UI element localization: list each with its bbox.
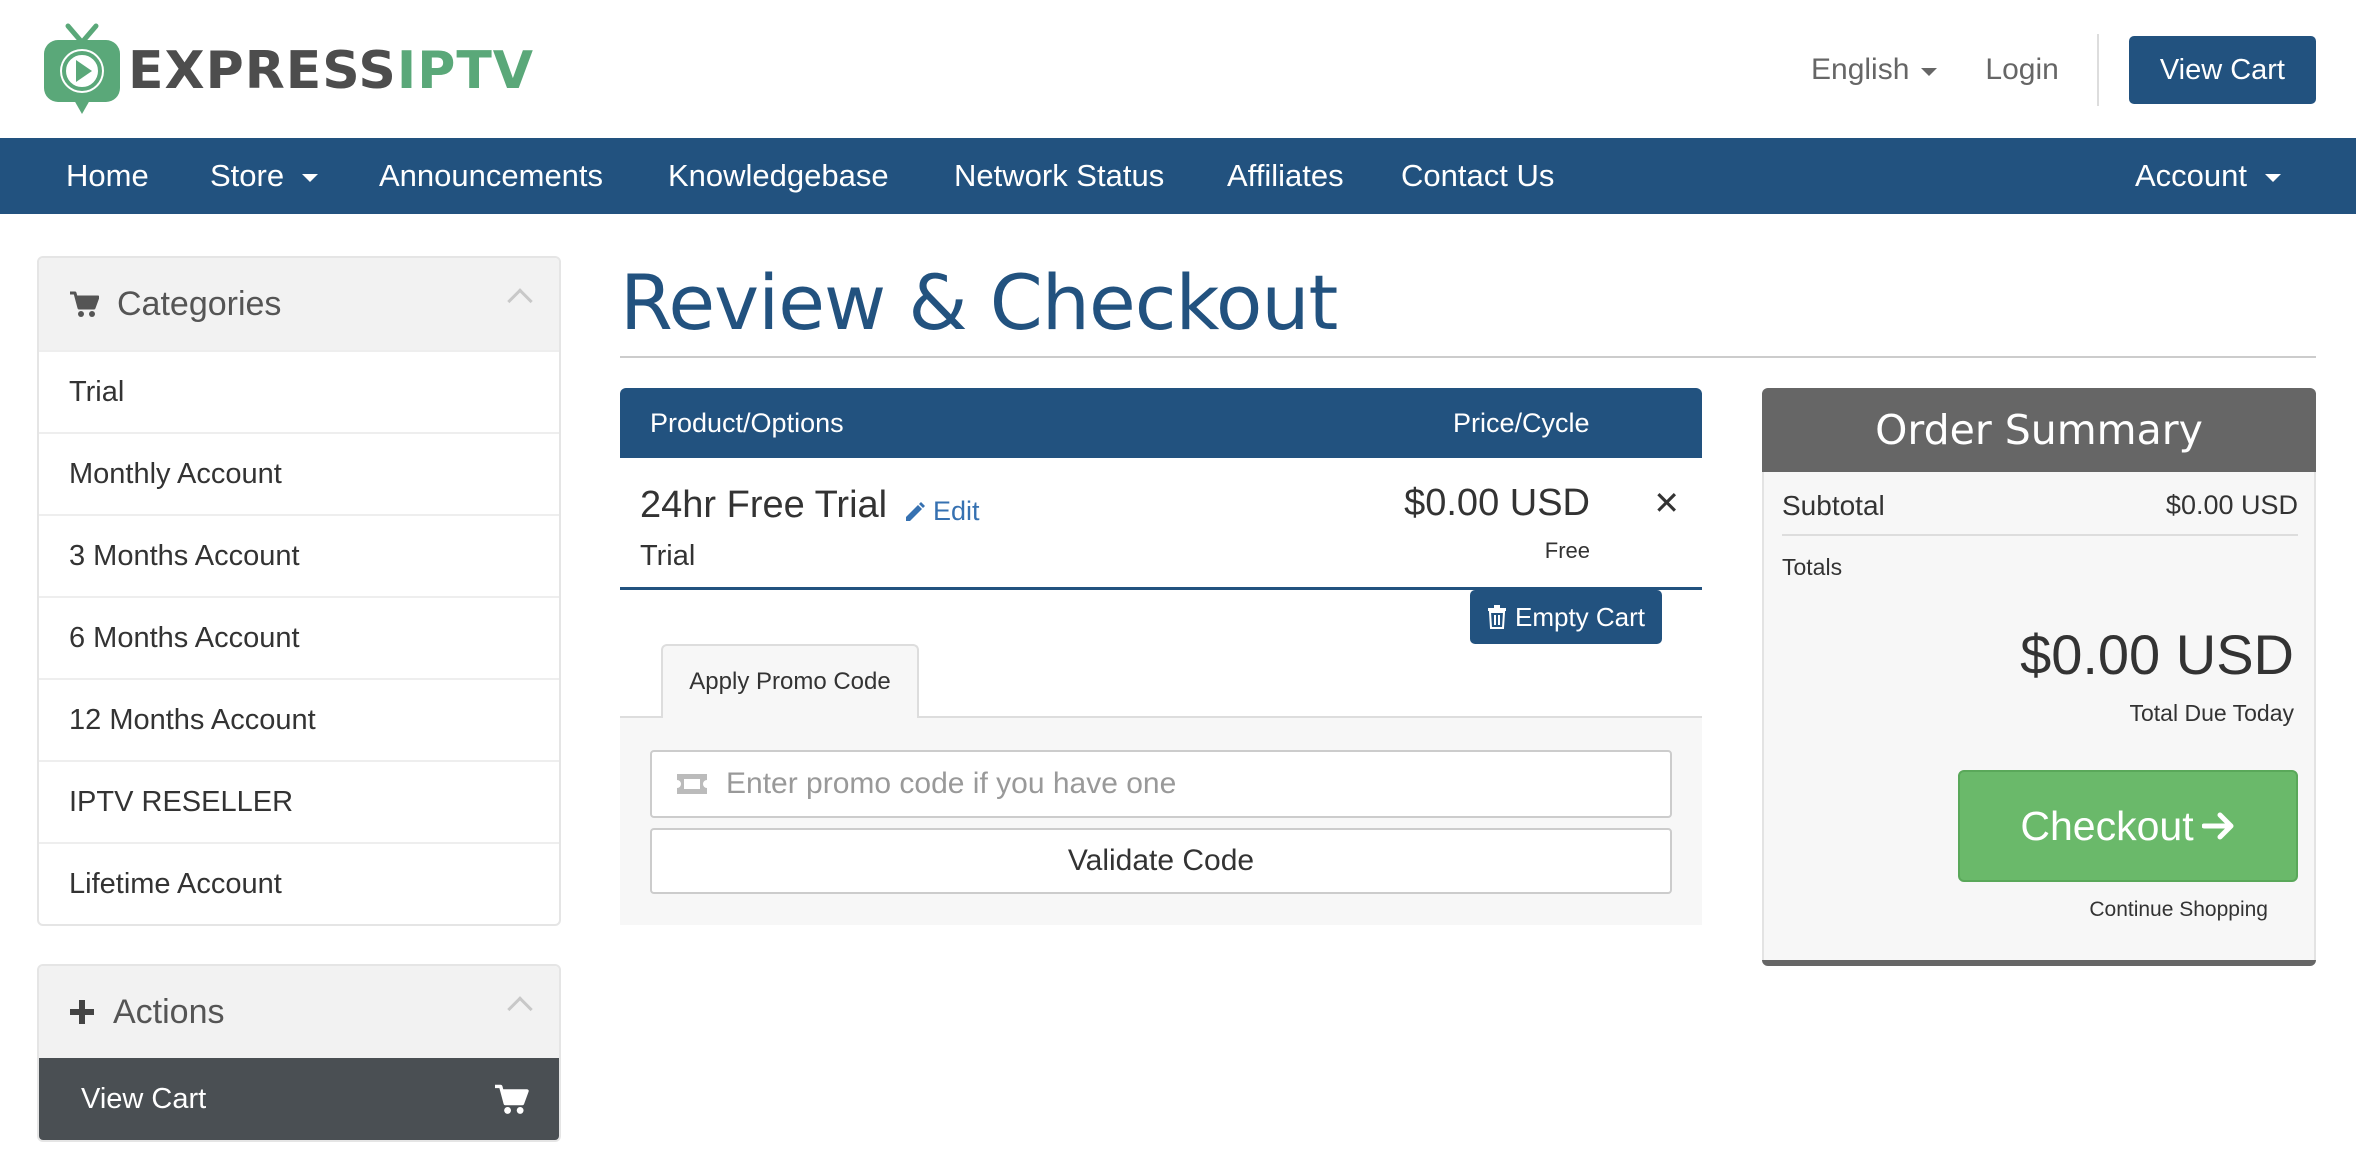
category-3-months-account[interactable]: 3 Months Account [39, 514, 559, 596]
nav-store[interactable]: Store [210, 138, 319, 214]
category-iptv-reseller[interactable]: IPTV RESELLER [39, 760, 559, 842]
tab-apply-promo-code[interactable]: Apply Promo Code [661, 644, 919, 718]
close-icon[interactable]: ✕ [1653, 484, 1680, 522]
cart-table: Product/Options Price/Cycle 24hr Free Tr… [620, 388, 1702, 590]
totals-label: Totals [1782, 554, 1843, 580]
checkout-button[interactable]: Checkout [1958, 770, 2298, 882]
billing-cycle: Free [1544, 538, 1590, 563]
promo-code-input[interactable] [726, 767, 1626, 801]
actions-header[interactable]: Actions [39, 966, 559, 1058]
page-title: Review & Checkout [620, 258, 1338, 347]
nav-announcements[interactable]: Announcements [379, 138, 603, 214]
category-monthly-account[interactable]: Monthly Account [39, 432, 559, 514]
category-6-months-account[interactable]: 6 Months Account [39, 596, 559, 678]
edit-label: Edit [933, 496, 980, 526]
order-summary-title: Order Summary [1762, 388, 2316, 472]
continue-shopping-link[interactable]: Continue Shopping [2089, 898, 2268, 922]
item-price: $0.00 USD [1404, 482, 1590, 524]
nav-store-label: Store [210, 158, 285, 193]
tv-play-icon [44, 23, 120, 114]
sidebar-view-cart-label: View Cart [81, 1082, 207, 1115]
nav-account[interactable]: Account [2135, 138, 2282, 214]
category-12-months-account[interactable]: 12 Months Account [39, 678, 559, 760]
view-cart-button[interactable]: View Cart [2128, 36, 2316, 104]
column-header-price: Price/Cycle [1453, 408, 1590, 438]
nav-account-label: Account [2135, 158, 2248, 193]
subtotal-value: $0.00 USD [2165, 490, 2298, 520]
actions-panel: Actions View Cart [37, 964, 561, 1142]
category-trial[interactable]: Trial [39, 350, 559, 432]
login-link[interactable]: Login [1985, 53, 2058, 87]
order-summary: Order Summary Subtotal $0.00 USD Totals … [1762, 388, 2316, 966]
order-summary-body: Subtotal $0.00 USD Totals $0.00 USD Tota… [1762, 472, 2316, 960]
cart-item-row: 24hr Free Trial Edit Trial $0.00 USD Fre… [620, 458, 1702, 590]
nav-affiliates[interactable]: Affiliates [1227, 138, 1344, 214]
logo-text: EXPRESSIPTV [128, 41, 535, 101]
checkout-label: Checkout [2020, 802, 2194, 849]
cart-table-header: Product/Options Price/Cycle [620, 388, 1702, 458]
product-group: Trial [640, 540, 696, 572]
chevron-up-icon[interactable] [507, 996, 533, 1022]
validate-code-button[interactable]: Validate Code [650, 828, 1672, 894]
column-header-product: Product/Options [650, 408, 844, 438]
empty-cart-label: Empty Cart [1514, 601, 1646, 632]
nav-contact-us[interactable]: Contact Us [1401, 138, 1554, 214]
header-divider [2096, 34, 2099, 106]
promo-code-field[interactable] [650, 750, 1672, 818]
language-selector[interactable]: English [1811, 53, 1938, 87]
plus-icon [70, 1000, 94, 1024]
nav-knowledgebase[interactable]: Knowledgebase [668, 138, 889, 214]
total-due-label: Total Due Today [2129, 700, 2294, 726]
trash-icon [1487, 605, 1506, 629]
total-amount: $0.00 USD [2020, 623, 2294, 686]
shopping-cart-icon [495, 1084, 529, 1114]
nav-home[interactable]: Home [66, 138, 149, 214]
language-label: English [1811, 53, 1910, 86]
categories-panel: Categories Trial Monthly Account 3 Month… [37, 256, 561, 926]
main-nav: Home Store Announcements Knowledgebase N… [0, 138, 2356, 214]
nav-network-status[interactable]: Network Status [954, 138, 1164, 214]
ticket-icon [677, 774, 707, 794]
arrow-right-icon [2201, 812, 2234, 840]
title-divider [620, 356, 2316, 358]
subtotal-label: Subtotal [1782, 490, 1885, 521]
category-lifetime-account[interactable]: Lifetime Account [39, 842, 559, 924]
sidebar-view-cart[interactable]: View Cart [39, 1058, 559, 1140]
pencil-icon [906, 501, 925, 521]
categories-header[interactable]: Categories [39, 258, 559, 350]
promo-panel: Validate Code [620, 718, 1702, 925]
caret-down-icon [1921, 68, 1938, 76]
shopping-cart-icon [70, 291, 99, 317]
empty-cart-button[interactable]: Empty Cart [1470, 590, 1662, 644]
caret-down-icon [302, 174, 319, 182]
site-header: EXPRESSIPTV English Login View Cart [0, 0, 2356, 138]
edit-link[interactable]: Edit [903, 496, 980, 527]
site-logo[interactable]: EXPRESSIPTV [40, 18, 534, 118]
product-name: 24hr Free Trial [640, 484, 888, 526]
chevron-up-icon[interactable] [507, 288, 533, 314]
subtotal-row: Subtotal $0.00 USD [1782, 490, 2298, 536]
caret-down-icon [2265, 174, 2282, 182]
actions-title: Actions [113, 992, 225, 1031]
categories-title: Categories [117, 284, 282, 323]
